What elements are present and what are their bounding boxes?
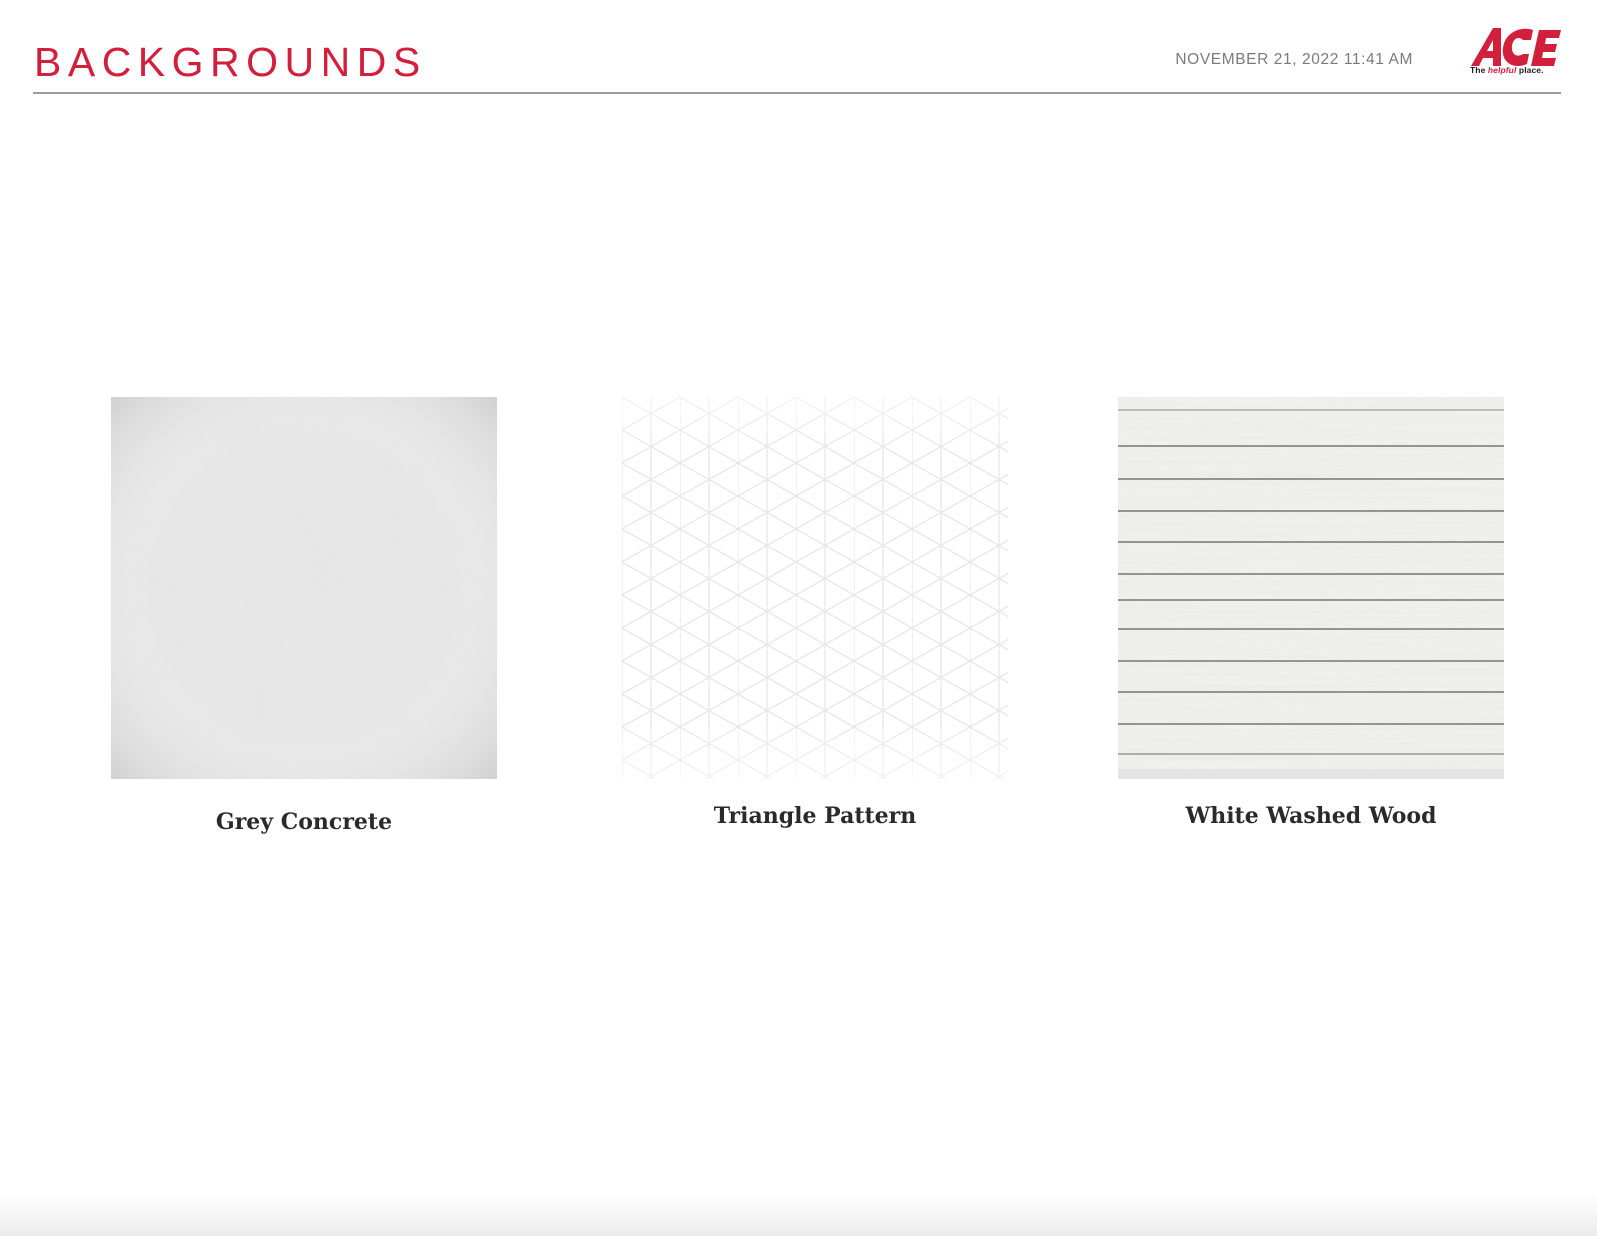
page-bottom-edge xyxy=(0,1194,1597,1236)
page-header: BACKGROUNDS NOVEMBER 21, 2022 11:41 AM T… xyxy=(33,0,1561,94)
wood-planks-image xyxy=(1118,397,1504,779)
page-title: BACKGROUNDS xyxy=(34,39,427,85)
logo-tagline: The helpful place. xyxy=(1470,65,1544,75)
triangle-pattern-swatch[interactable] xyxy=(622,397,1008,779)
grey-concrete-swatch[interactable] xyxy=(111,397,497,779)
concrete-texture-image xyxy=(111,397,497,779)
ace-logo: The helpful place. xyxy=(1469,26,1561,78)
timestamp: NOVEMBER 21, 2022 11:41 AM xyxy=(1175,51,1413,68)
ace-wordmark-logo xyxy=(1471,28,1561,67)
white-washed-wood-swatch[interactable] xyxy=(1118,397,1504,779)
white-washed-wood-label: White Washed Wood xyxy=(1185,803,1437,829)
grey-concrete-label: Grey Concrete xyxy=(215,809,393,835)
triangle-pattern-image xyxy=(622,397,1008,779)
triangle-pattern-label: Triangle Pattern xyxy=(713,803,917,829)
